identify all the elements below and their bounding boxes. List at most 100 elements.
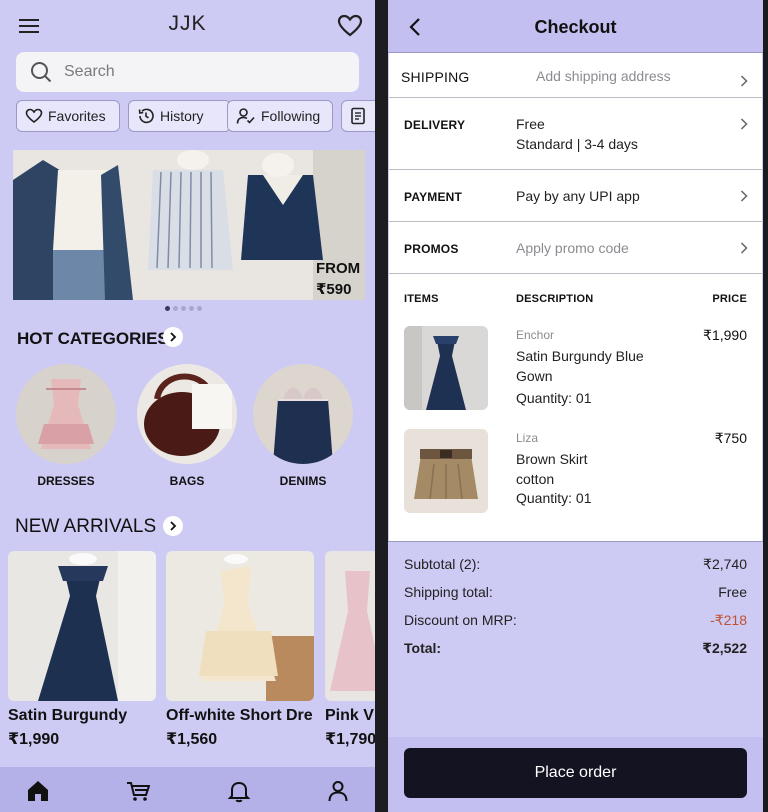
subtotal-label: Subtotal (2): (404, 556, 481, 572)
hero-banner[interactable]: FROM ₹590 (13, 150, 365, 300)
category-label: DRESSES (37, 474, 95, 488)
hot-categories-title: HOT CATEGORIES (17, 329, 169, 348)
hero-banner-image (13, 150, 365, 300)
chevron-right-icon (740, 75, 748, 87)
checkout-footer: Place order (388, 737, 763, 812)
total-value: ₹2,522 (702, 640, 747, 656)
hot-categories-more-button[interactable] (163, 327, 183, 347)
promos-value: Apply promo code (516, 240, 629, 256)
category-bags[interactable]: BAGS (137, 364, 237, 488)
shipping-total-label: Shipping total: (404, 584, 493, 600)
product-name: Satin Burgundy (8, 707, 128, 724)
place-order-button[interactable]: Place order (404, 748, 747, 798)
item-name: Satin Burgundy Blue Gown (516, 346, 666, 386)
delivery-value-line2: Standard | 3-4 days (516, 136, 638, 152)
wishlist-heart-icon[interactable] (337, 14, 363, 38)
carousel-dots (165, 306, 202, 311)
product-image (166, 551, 314, 701)
payment-row[interactable]: PAYMENT Pay by any UPI app (389, 170, 762, 222)
chip-history[interactable]: History (128, 100, 231, 132)
carousel-dot[interactable] (189, 306, 194, 311)
items-column-header: ITEMS (404, 293, 439, 305)
discount-label: Discount on MRP: (404, 612, 517, 628)
delivery-row[interactable]: DELIVERY Free Standard | 3-4 days (389, 98, 762, 170)
heart-icon (25, 108, 43, 124)
subtotal-value: ₹2,740 (703, 556, 747, 572)
bell-icon[interactable] (227, 779, 251, 803)
payment-label: PAYMENT (404, 190, 463, 204)
filter-chips: Favorites History Following (16, 100, 375, 132)
home-icon[interactable] (26, 779, 50, 803)
shipping-row[interactable]: SHIPPING Add shipping address (389, 53, 762, 98)
product-price: ₹1,560 (166, 731, 218, 748)
item-name-line: cotton (516, 471, 555, 487)
description-column-header: DESCRIPTION (516, 293, 594, 305)
chip-favorites[interactable]: Favorites (16, 100, 120, 132)
new-arrivals-title: NEW ARRIVALS (15, 516, 157, 537)
screen-divider (375, 0, 388, 812)
hero-price-tag: FROM ₹590 (316, 258, 360, 300)
item-brand: Enchor (516, 328, 555, 342)
product-card[interactable]: Satin Burgundy ₹1,990 (8, 551, 156, 749)
document-icon (351, 107, 365, 125)
brand-title: JJK (168, 12, 207, 35)
promos-label: PROMOS (404, 242, 459, 256)
chip-label: Following (261, 108, 321, 124)
category-label: DENIMS (279, 474, 327, 488)
top-bar: JJK (0, 0, 375, 52)
category-image (137, 364, 237, 464)
bottom-navigation (0, 767, 375, 812)
category-label: BAGS (169, 474, 205, 488)
search-icon (31, 62, 52, 83)
category-dresses[interactable]: DRESSES (16, 364, 116, 488)
order-item[interactable]: Liza Brown Skirt cotton Quantity: 01 ₹75… (389, 429, 762, 519)
discount-value: -₹218 (710, 612, 747, 628)
carousel-dot[interactable] (181, 306, 186, 311)
chip-following[interactable]: Following (227, 100, 333, 132)
checkout-header: Checkout (388, 0, 763, 53)
item-brand: Liza (516, 431, 539, 445)
product-card[interactable]: Off-white Short Dre ₹1,560 (166, 551, 314, 749)
order-summary: Subtotal (2): ₹2,740 Shipping total: Fre… (388, 541, 763, 737)
chevron-right-icon (170, 521, 177, 531)
category-denims[interactable]: DENIMS (253, 364, 353, 488)
history-icon (138, 108, 154, 124)
chip-label: History (160, 108, 204, 124)
shop-home-screen: JJK Search Favorites History Following F… (0, 0, 375, 812)
shipping-label: SHIPPING (401, 69, 470, 85)
carousel-dot[interactable] (197, 306, 202, 311)
cart-icon[interactable] (126, 779, 150, 803)
delivery-label: DELIVERY (404, 118, 466, 132)
chevron-right-icon (740, 190, 748, 202)
product-image (8, 551, 156, 701)
item-name-line: Gown (516, 368, 553, 384)
item-name-line: Satin Burgundy Blue (516, 348, 644, 364)
item-quantity: Quantity: 01 (516, 490, 592, 506)
chip-label: Favorites (48, 108, 106, 124)
category-image (253, 364, 353, 464)
new-arrivals-more-button[interactable] (163, 516, 183, 536)
delivery-value-line1: Free (516, 116, 545, 132)
hero-from-label: FROM (316, 260, 361, 277)
carousel-dot[interactable] (173, 306, 178, 311)
category-image (16, 364, 116, 464)
search-placeholder: Search (64, 63, 115, 80)
carousel-dot[interactable] (165, 306, 170, 311)
search-input[interactable]: Search (16, 52, 359, 92)
item-name-line: Brown Skirt (516, 451, 588, 467)
chip-more[interactable] (341, 100, 375, 132)
payment-value: Pay by any UPI app (516, 188, 640, 204)
promos-row[interactable]: PROMOS Apply promo code (389, 222, 762, 274)
item-image (404, 429, 488, 513)
chevron-right-icon (740, 118, 748, 130)
item-name: Brown Skirt cotton (516, 449, 666, 489)
order-item[interactable]: Enchor Satin Burgundy Blue Gown Quantity… (389, 326, 762, 416)
product-card[interactable]: Pink V ₹1,790 (325, 551, 375, 749)
price-column-header: PRICE (712, 293, 747, 305)
shipping-total-value: Free (718, 584, 747, 600)
chevron-right-icon (170, 332, 177, 342)
product-name: Pink V (325, 707, 374, 724)
product-name: Off-white Short Dre (166, 707, 313, 724)
profile-icon[interactable] (326, 779, 350, 803)
page-title: Checkout (534, 17, 617, 37)
